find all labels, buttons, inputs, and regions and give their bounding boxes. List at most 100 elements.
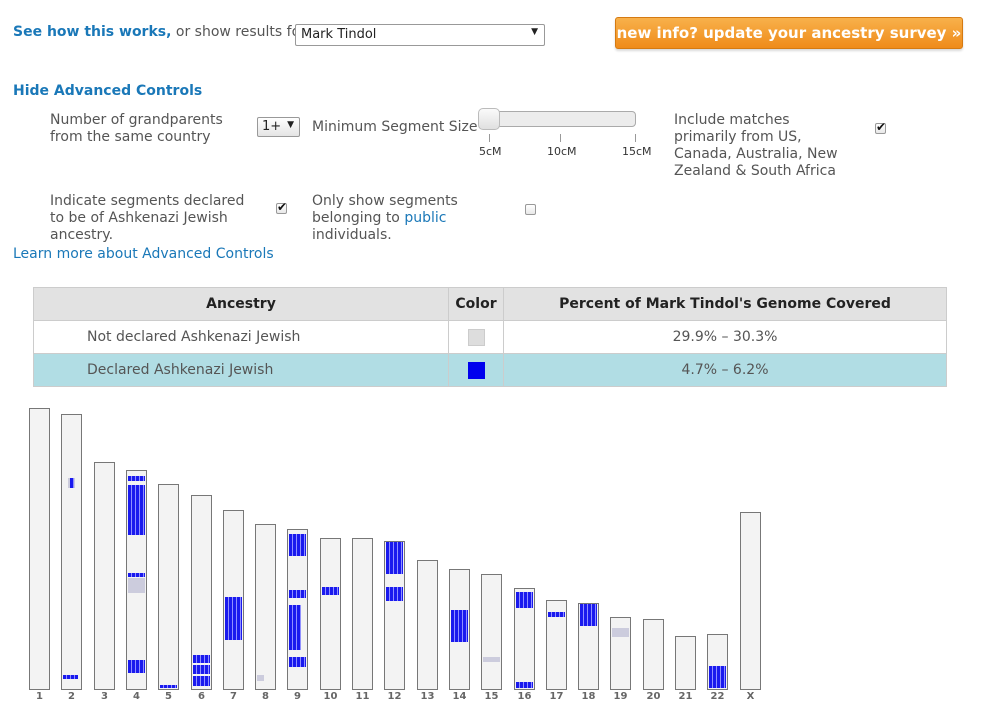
segment-block <box>483 657 500 662</box>
chromosome-21[interactable] <box>675 636 696 690</box>
color-cell <box>448 353 504 387</box>
segment-block <box>516 682 533 688</box>
segment-block <box>63 675 78 679</box>
include-matches-label: Include matches primarily from US, Canad… <box>674 112 838 179</box>
grandparents-select-value: 1+ <box>262 119 282 134</box>
color-cell <box>448 320 504 354</box>
chromosome-label: 1 <box>36 691 43 702</box>
chromosome-8[interactable] <box>255 524 276 690</box>
chromosome-label: 18 <box>581 691 596 702</box>
segment-block <box>128 660 145 673</box>
segment-block <box>193 676 210 686</box>
segment-block <box>580 604 597 626</box>
grandparents-select[interactable]: 1+ ▼ <box>257 117 300 137</box>
slider-label-mid: 10cM <box>547 145 577 158</box>
slider-tick <box>635 134 636 142</box>
segment-block <box>709 666 726 688</box>
segment-block <box>128 485 145 535</box>
chromosome-label: 16 <box>517 691 532 702</box>
chromosome-label: 4 <box>133 691 140 702</box>
chromosome-5[interactable] <box>158 484 179 690</box>
ancestry-cell: Not declared Ashkenazi Jewish <box>33 320 449 354</box>
chromosome-label: 20 <box>646 691 661 702</box>
show-results-label: or show results for <box>171 24 306 40</box>
chromosome-20[interactable] <box>643 619 664 690</box>
chromosome-label: 19 <box>613 691 628 702</box>
segment-block <box>128 476 145 481</box>
ancestry-cell: Declared Ashkenazi Jewish <box>33 353 449 387</box>
table-row[interactable]: Not declared Ashkenazi Jewish 29.9% – 30… <box>33 320 947 354</box>
segment-block <box>128 578 145 593</box>
chromosome-label: 8 <box>262 691 269 702</box>
chromosome-label: 5 <box>165 691 172 702</box>
chromosome-label: 3 <box>101 691 108 702</box>
chromosome-label: 9 <box>294 691 301 702</box>
chromosome-label: X <box>746 691 755 702</box>
chromosome-10[interactable] <box>320 538 341 690</box>
chromosome-label: 10 <box>323 691 338 702</box>
chromosome-label: 11 <box>355 691 370 702</box>
segment-block <box>128 573 145 577</box>
color-swatch <box>467 328 485 346</box>
chromosome-label: 21 <box>678 691 693 702</box>
col-header-ancestry: Ancestry <box>33 287 449 321</box>
chromosome-X[interactable] <box>740 512 761 690</box>
chromosome-label: 13 <box>420 691 435 702</box>
grandparents-label: Number of grandparents from the same cou… <box>50 112 223 145</box>
segment-block <box>289 605 301 650</box>
checkmark-icon: ✔ <box>277 200 288 214</box>
segment-block <box>289 657 306 667</box>
chromosome-15[interactable] <box>481 574 502 690</box>
color-swatch <box>467 361 485 379</box>
percent-cell: 29.9% – 30.3% <box>503 320 947 354</box>
segment-block <box>612 628 629 637</box>
ashkenazi-checkbox[interactable]: ✔ <box>276 200 288 214</box>
min-segment-size-label: Minimum Segment Size <box>312 119 478 135</box>
table-row[interactable]: Declared Ashkenazi Jewish 4.7% – 6.2% <box>33 353 947 387</box>
public-only-label: Only show segments belonging to public i… <box>312 193 472 244</box>
ancestry-table: Ancestry Color Percent of Mark Tindol's … <box>33 287 947 387</box>
slider-handle[interactable] <box>478 108 500 130</box>
update-ancestry-survey-button[interactable]: new info? update your ancestry survey » <box>615 17 963 49</box>
results-for-bar: See how this works, or show results for <box>13 24 306 40</box>
public-only-text-post: individuals. <box>312 227 392 243</box>
slider-label-max: 15cM <box>622 145 652 158</box>
segment-block <box>322 587 339 595</box>
segment-block <box>289 534 306 556</box>
chromosome-label: 22 <box>710 691 725 702</box>
hide-advanced-controls-link[interactable]: Hide Advanced Controls <box>13 83 202 99</box>
chromosome-13[interactable] <box>417 560 438 690</box>
col-header-color: Color <box>448 287 504 321</box>
chromosome-label: 17 <box>549 691 564 702</box>
chromosome-3[interactable] <box>94 462 115 690</box>
public-link[interactable]: public <box>404 210 446 226</box>
chromosome-2[interactable] <box>61 414 82 690</box>
chromosome-label: 6 <box>198 691 205 702</box>
segment-block <box>289 590 306 598</box>
min-segment-slider[interactable] <box>480 111 636 127</box>
chromosome-label: 7 <box>230 691 237 702</box>
chromosome-label: 12 <box>387 691 402 702</box>
segment-block <box>386 542 403 574</box>
segment-block <box>386 587 403 601</box>
segment-block <box>257 675 264 681</box>
chevron-down-icon: ▼ <box>287 120 294 130</box>
segment-block <box>548 612 565 617</box>
chromosome-11[interactable] <box>352 538 373 690</box>
segment-block <box>516 592 533 608</box>
learn-more-link[interactable]: Learn more about Advanced Controls <box>13 246 274 262</box>
percent-cell: 4.7% – 6.2% <box>503 353 947 387</box>
chevron-down-icon: ▼ <box>531 27 538 37</box>
segment-block <box>193 655 210 663</box>
segment-block <box>70 478 74 488</box>
col-header-percent: Percent of Mark Tindol's Genome Covered <box>503 287 947 321</box>
chromosome-label: 15 <box>484 691 499 702</box>
include-matches-checkbox[interactable]: ✔ <box>875 120 886 134</box>
person-select[interactable]: Mark Tindol ▼ <box>295 24 545 46</box>
ashkenazi-label: Indicate segments declared to be of Ashk… <box>50 193 245 243</box>
chromosome-1[interactable] <box>29 408 50 690</box>
see-how-link[interactable]: See how this works, <box>13 24 171 40</box>
chromosome-label: 2 <box>68 691 75 702</box>
public-only-checkbox[interactable] <box>525 204 536 215</box>
slider-label-min: 5cM <box>479 145 502 158</box>
